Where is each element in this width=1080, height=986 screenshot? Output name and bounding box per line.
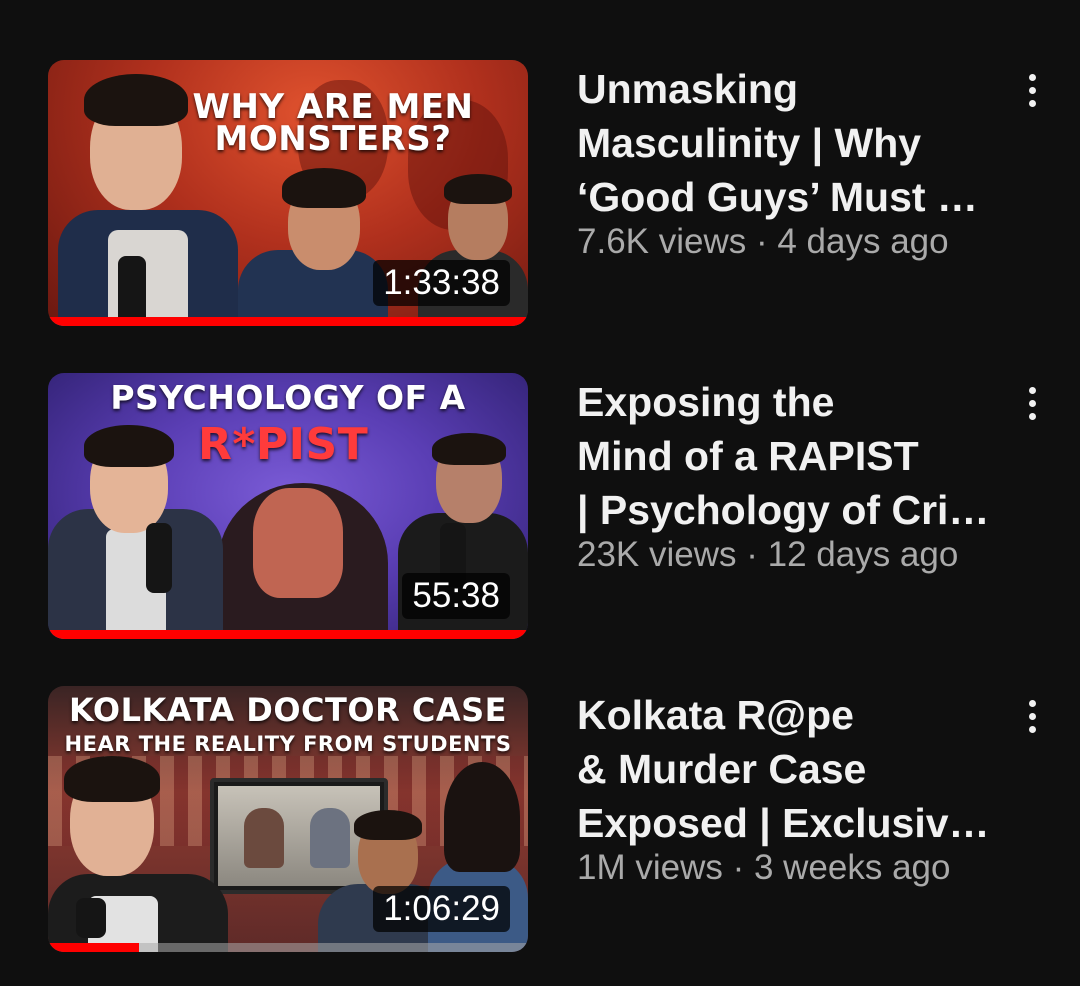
title-line: Kolkata R@pe	[577, 692, 854, 738]
video-meta: Kolkata R@pe & Murder Case Exposed | Exc…	[577, 688, 997, 890]
thumbnail-person	[48, 60, 248, 326]
video-title[interactable]: Unmasking Masculinity | Why ‘Good Guys’ …	[577, 62, 997, 224]
title-line: Exposed | Exclusiv…	[577, 800, 990, 846]
more-vert-icon[interactable]	[1012, 379, 1052, 427]
title-line: ‘Good Guys’ Must …	[577, 174, 978, 220]
video-title[interactable]: Kolkata R@pe & Murder Case Exposed | Exc…	[577, 688, 997, 850]
thumbnail-person	[238, 160, 388, 326]
title-line: Unmasking	[577, 66, 798, 112]
duration-badge: 1:33:38	[373, 260, 510, 306]
video-item[interactable]: PSYCHOLOGY OF A R*PIST 55:38 Exposing th…	[0, 373, 1080, 643]
video-stats: 7.6K views · 4 days ago	[577, 222, 949, 261]
more-vert-icon[interactable]	[1012, 66, 1052, 114]
title-line: Mind of a RAPIST	[577, 433, 919, 479]
video-thumbnail[interactable]: PSYCHOLOGY OF A R*PIST 55:38	[48, 373, 528, 639]
watch-progress	[48, 630, 528, 639]
video-item[interactable]: KOLKATA DOCTOR CASE HEAR THE REALITY FRO…	[0, 686, 1080, 956]
microphone	[76, 898, 106, 938]
title-line: & Murder Case	[577, 746, 867, 792]
thumbnail-person	[48, 413, 228, 639]
duration-badge: 1:06:29	[373, 886, 510, 932]
video-stats: 1M views · 3 weeks ago	[577, 848, 951, 887]
video-meta: Unmasking Masculinity | Why ‘Good Guys’ …	[577, 62, 997, 264]
video-meta: Exposing the Mind of a RAPIST | Psycholo…	[577, 375, 997, 577]
video-title[interactable]: Exposing the Mind of a RAPIST | Psycholo…	[577, 375, 997, 537]
title-line: Exposing the	[577, 379, 835, 425]
watch-progress	[48, 943, 140, 952]
thumbnail-caption: PSYCHOLOGY OF A	[110, 378, 466, 417]
video-stats: 23K views · 12 days ago	[577, 535, 959, 574]
microphone	[146, 523, 172, 593]
thumbnail-caption: KOLKATA DOCTOR CASE	[69, 691, 507, 729]
thumbnail-hands	[253, 488, 343, 598]
more-vert-icon[interactable]	[1012, 692, 1052, 740]
thumbnail-person	[48, 746, 228, 952]
title-line: Masculinity | Why	[577, 120, 922, 166]
title-line: | Psychology of Cri…	[577, 487, 990, 533]
microphone	[118, 256, 146, 326]
duration-badge: 55:38	[402, 573, 510, 619]
video-thumbnail[interactable]: KOLKATA DOCTOR CASE HEAR THE REALITY FRO…	[48, 686, 528, 952]
video-item[interactable]: WHY ARE MEN MONSTERS? 1:33:38 Unmasking	[0, 60, 1080, 330]
video-thumbnail[interactable]: WHY ARE MEN MONSTERS? 1:33:38	[48, 60, 528, 326]
watch-progress	[48, 317, 528, 326]
